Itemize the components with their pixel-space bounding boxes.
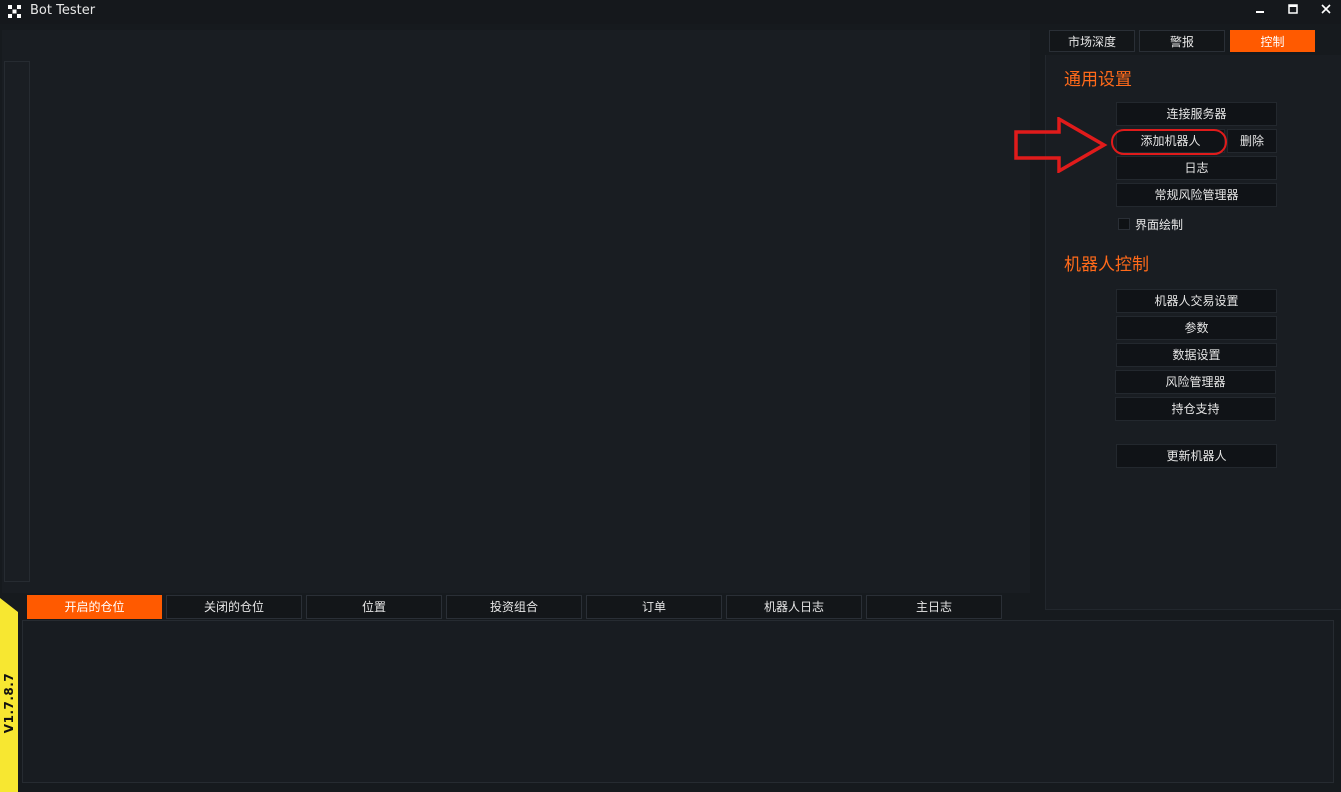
maximize-icon <box>1288 4 1298 14</box>
left-scrollbar[interactable] <box>4 61 30 582</box>
data-settings-button[interactable]: 数据设置 <box>1116 343 1277 367</box>
tab-alerts[interactable]: 警报 <box>1139 30 1225 52</box>
window-title: Bot Tester <box>30 3 96 18</box>
tab-control[interactable]: 控制 <box>1230 30 1315 52</box>
minimize-icon <box>1256 11 1264 13</box>
bottom-content-panel <box>22 620 1334 783</box>
ui-draw-label: 界面绘制 <box>1135 218 1184 232</box>
app-logo-icon <box>8 5 21 18</box>
add-bot-highlight-oval <box>1111 129 1227 155</box>
position-support-button[interactable]: 持仓支持 <box>1115 397 1276 421</box>
ui-draw-checkbox[interactable] <box>1118 218 1130 230</box>
annotation-arrow-icon <box>1014 117 1108 173</box>
close-icon <box>1321 4 1331 14</box>
tab-orders[interactable]: 订单 <box>586 595 722 619</box>
tab-market-depth[interactable]: 市场深度 <box>1049 30 1135 52</box>
maximize-button[interactable] <box>1280 0 1306 22</box>
tab-open-positions[interactable]: 开启的仓位 <box>27 595 162 619</box>
title-bar: Bot Tester <box>0 0 1341 24</box>
general-settings-title: 通用设置 <box>1064 70 1132 90</box>
tab-positions[interactable]: 位置 <box>306 595 442 619</box>
tab-portfolio[interactable]: 投资组合 <box>446 595 582 619</box>
regular-risk-manager-button[interactable]: 常规风险管理器 <box>1116 183 1277 207</box>
bot-trade-settings-button[interactable]: 机器人交易设置 <box>1116 289 1277 313</box>
delete-bot-button[interactable]: 删除 <box>1227 129 1277 153</box>
tab-closed-positions[interactable]: 关闭的仓位 <box>166 595 302 619</box>
risk-manager-button[interactable]: 风险管理器 <box>1115 370 1276 394</box>
update-bot-button[interactable]: 更新机器人 <box>1116 444 1277 468</box>
bot-control-title: 机器人控制 <box>1064 255 1149 275</box>
tab-bot-log[interactable]: 机器人日志 <box>726 595 862 619</box>
connect-server-button[interactable]: 连接服务器 <box>1116 102 1277 126</box>
log-button[interactable]: 日志 <box>1116 156 1277 180</box>
close-button[interactable] <box>1313 0 1339 22</box>
main-chart-area[interactable] <box>2 30 1030 593</box>
version-label: V1.7.8.7 <box>2 672 16 734</box>
parameters-button[interactable]: 参数 <box>1116 316 1277 340</box>
tab-main-log[interactable]: 主日志 <box>866 595 1002 619</box>
minimize-button[interactable] <box>1247 0 1273 22</box>
